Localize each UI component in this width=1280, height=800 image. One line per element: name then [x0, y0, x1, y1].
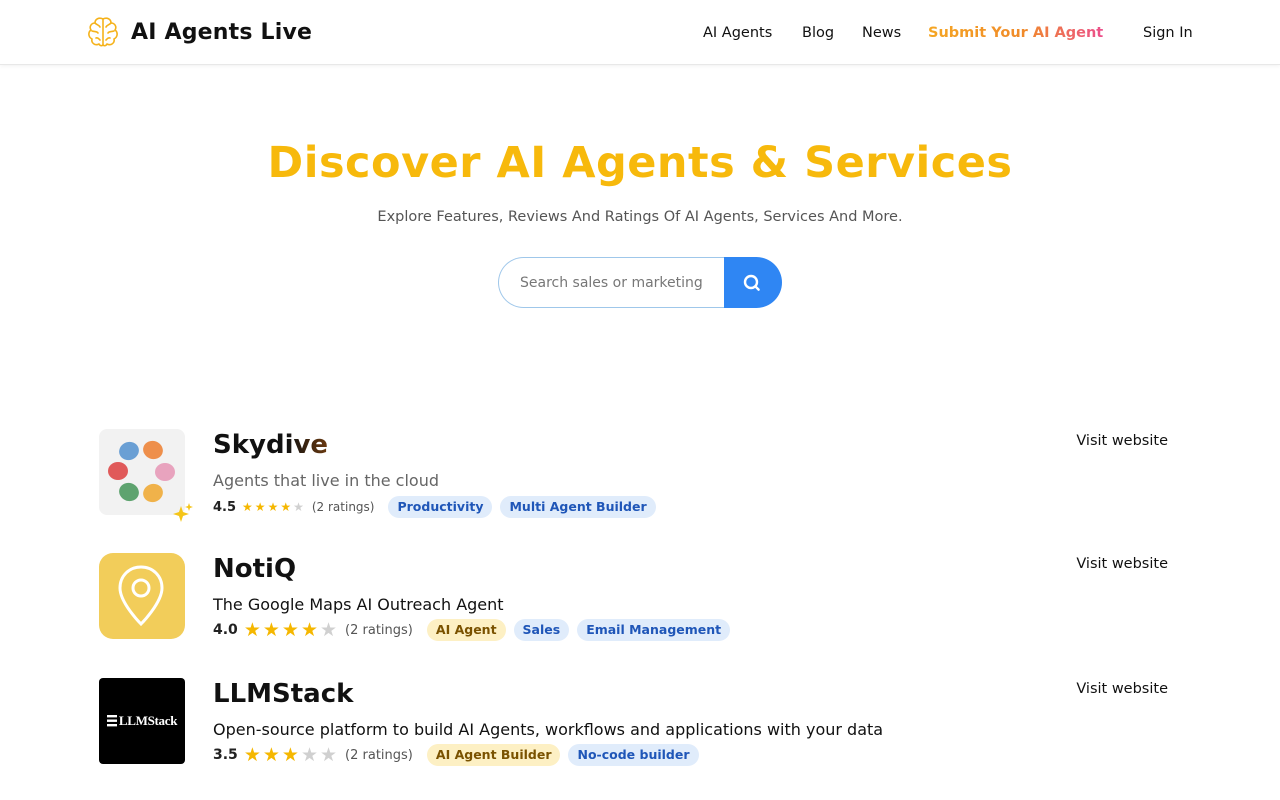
star-icon: ★ — [267, 500, 279, 514]
star-icon: ★ — [242, 500, 253, 514]
star-icon: ★ — [300, 743, 318, 766]
visit-website-link[interactable]: Visit website — [1076, 430, 1168, 452]
brain-icon — [88, 17, 118, 47]
agent-card-llmstack[interactable]: LLMStack LLMStack Open-source platform t… — [99, 678, 1179, 768]
agent-card-skydive[interactable]: Skydive Agents that live in the cloud 4.… — [99, 429, 1179, 522]
search-button[interactable] — [724, 257, 782, 308]
star-icon: ★ — [262, 618, 280, 641]
rating-value: 3.5 — [213, 747, 238, 763]
agent-name[interactable]: LLMStack — [213, 678, 353, 710]
star-rating: ★ ★ ★ ★ ★ — [243, 743, 339, 766]
agent-tagline: Agents that live in the cloud — [213, 471, 439, 490]
llmstack-logo: LLMStack — [99, 678, 185, 764]
nav-ai-agents[interactable]: AI Agents — [703, 22, 772, 44]
search-input[interactable] — [498, 257, 738, 308]
agent-name[interactable]: Skydive — [213, 429, 328, 461]
star-icon: ★ — [320, 743, 338, 766]
notiq-logo — [99, 553, 185, 639]
tag-ai-agent-builder[interactable]: AI Agent Builder — [426, 744, 561, 766]
llmstack-logo-text: LLMStack — [118, 713, 178, 728]
tag-ai-agent[interactable]: AI Agent — [426, 619, 506, 641]
stack-layers-icon — [106, 715, 117, 727]
site-header: AI Agents Live AI Agents Blog News Submi… — [0, 0, 1280, 65]
tag-no-code-builder[interactable]: No-code builder — [568, 744, 699, 766]
agent-tagline: Open-source platform to build AI Agents,… — [213, 720, 884, 739]
brand-name: AI Agents Live — [131, 19, 313, 45]
sign-in-link[interactable]: Sign In — [1143, 22, 1193, 44]
rating-value: 4.5 — [213, 499, 237, 515]
tag-email-management[interactable]: Email Management — [577, 619, 731, 641]
ratings-count: (2 ratings) — [345, 747, 413, 763]
nav-blog[interactable]: Blog — [802, 22, 834, 44]
rating-value: 4.0 — [213, 622, 238, 638]
star-icon: ★ — [281, 618, 299, 641]
ratings-count: (2 ratings) — [345, 622, 413, 638]
star-icon: ★ — [300, 618, 318, 641]
star-icon: ★ — [243, 618, 261, 641]
star-icon: ★ — [320, 618, 338, 641]
visit-website-link[interactable]: Visit website — [1076, 553, 1168, 575]
agent-meta: 3.5 ★ ★ ★ ★ ★ (2 ratings) AI Agent Build… — [213, 744, 707, 766]
ratings-count: (2 ratings) — [311, 500, 375, 514]
star-rating: ★ ★ ★ ★ ★ — [243, 618, 339, 641]
sparkle-icon — [173, 503, 193, 522]
search-icon — [743, 274, 760, 291]
agent-tagline: The Google Maps AI Outreach Agent — [213, 595, 504, 614]
agent-name[interactable]: NotiQ — [213, 553, 296, 585]
agent-card-notiq[interactable]: NotiQ The Google Maps AI Outreach Agent … — [99, 553, 1179, 643]
star-icon: ★ — [293, 500, 304, 514]
star-icon: ★ — [254, 500, 266, 514]
star-icon: ★ — [280, 500, 292, 514]
tag-productivity[interactable]: Productivity — [388, 496, 493, 518]
star-icon: ★ — [243, 743, 261, 766]
nav-submit-agent[interactable]: Submit Your AI Agent — [928, 22, 1103, 44]
star-icon: ★ — [281, 743, 299, 766]
skydive-logo — [99, 429, 193, 522]
tag-multi-agent-builder[interactable]: Multi Agent Builder — [500, 496, 656, 518]
agent-name-text[interactable]: Skydive — [213, 430, 328, 460]
visit-website-link[interactable]: Visit website — [1076, 678, 1168, 700]
map-pin-icon — [118, 565, 164, 627]
star-rating: ★ ★ ★ ★ ★ — [242, 501, 306, 513]
agent-meta: 4.0 ★ ★ ★ ★ ★ (2 ratings) AI Agent Sales… — [213, 619, 738, 641]
brand-link[interactable]: AI Agents Live — [86, 15, 312, 49]
hero-subtitle: Explore Features, Reviews And Ratings Of… — [377, 209, 903, 225]
star-icon: ★ — [262, 743, 280, 766]
tag-sales[interactable]: Sales — [513, 619, 570, 641]
nav-news[interactable]: News — [862, 22, 901, 44]
agent-meta: 4.5 ★ ★ ★ ★ ★ (2 ratings) Productivity M… — [213, 496, 664, 518]
search-bar — [498, 257, 782, 308]
hero-title: Discover AI Agents & Services — [267, 138, 1013, 188]
